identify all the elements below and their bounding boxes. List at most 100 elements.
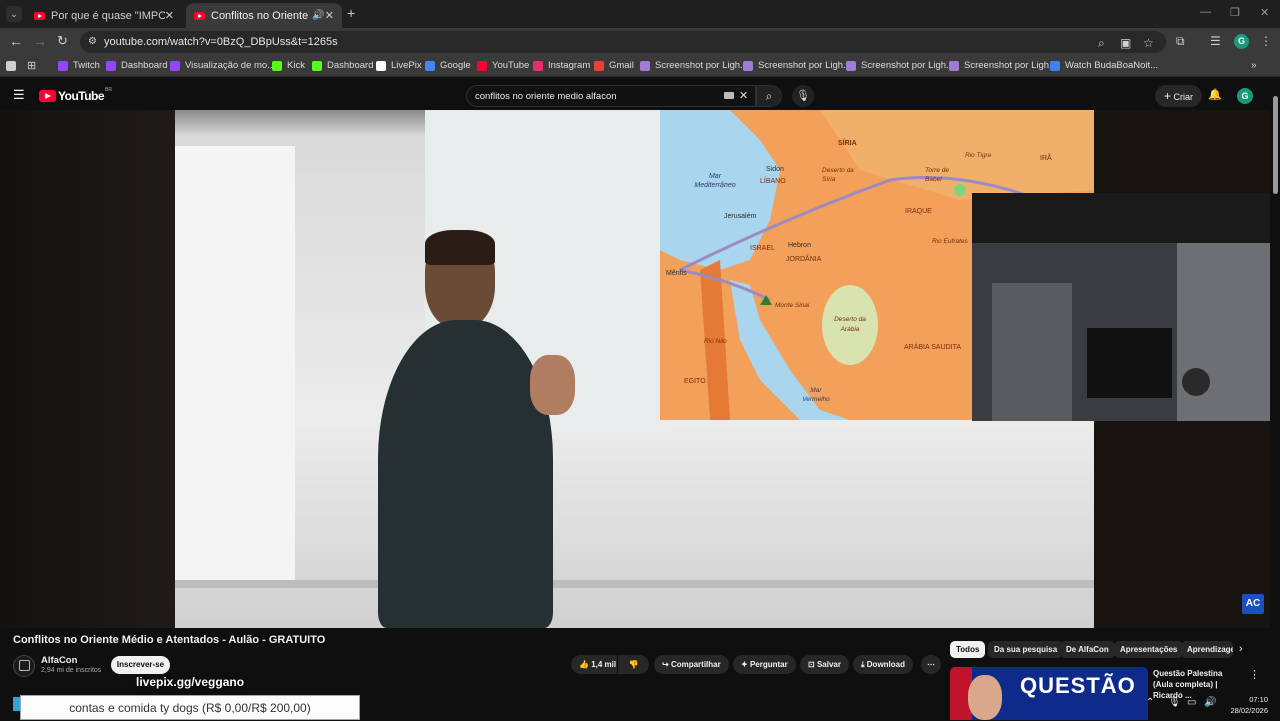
- clear-search-icon[interactable]: ✕: [739, 89, 748, 102]
- reload-icon[interactable]: ↻: [57, 34, 68, 48]
- bookmark-2[interactable]: Visualização de mo...: [170, 60, 275, 71]
- voice-search-button[interactable]: 🎙: [792, 85, 814, 107]
- speaker-icon[interactable]: 🔊: [312, 10, 324, 21]
- bookmark-14[interactable]: Watch BudaBoaNoit...: [1050, 60, 1158, 71]
- share-icon: ↪: [662, 660, 669, 669]
- livepix-icon: [376, 60, 386, 71]
- channel-name[interactable]: AlfaCon: [41, 655, 77, 666]
- tab-groups-icon[interactable]: [6, 61, 16, 71]
- webcam-fan: [1182, 368, 1210, 396]
- tray-display-icon[interactable]: ▭: [1187, 697, 1196, 708]
- recommendation-thumbnail[interactable]: QUESTÃO: [950, 667, 1148, 720]
- map-label-egito: EGITO: [684, 378, 706, 385]
- youtube-logo[interactable]: YouTube BR: [39, 87, 112, 103]
- scrollbar-thumb[interactable]: [1273, 96, 1278, 194]
- search-query[interactable]: conflitos no oriente medio alfacon: [475, 91, 617, 102]
- webcam-tv: [1087, 328, 1172, 398]
- tray-mic-icon[interactable]: 🎙: [1168, 697, 1181, 708]
- bookmark-6[interactable]: Google: [425, 60, 471, 71]
- donation-goal-accent: [13, 697, 20, 711]
- youtube-avatar[interactable]: G: [1237, 88, 1253, 104]
- thumbs-down-icon: 👎: [628, 660, 639, 669]
- clock-time[interactable]: 07:10: [1226, 695, 1268, 704]
- filter-chip[interactable]: Aprendizagem: [1181, 641, 1233, 658]
- forward-arrow-icon[interactable]: →: [33, 34, 47, 48]
- window-close-icon[interactable]: ✕: [1260, 6, 1269, 19]
- keyboard-icon[interactable]: [724, 92, 734, 99]
- chips-next-icon[interactable]: ›: [1239, 643, 1243, 655]
- bookmark-5[interactable]: LivePix: [376, 60, 422, 71]
- apps-grid-icon[interactable]: ⊞: [27, 59, 36, 72]
- bookmark-1[interactable]: Dashboard: [106, 60, 167, 71]
- map-label-jordania: JORDÂNIA: [786, 256, 822, 263]
- filter-chip[interactable]: Da sua pesquisa: [988, 641, 1064, 658]
- video-player[interactable]: SÍRIA Mar Mediterrâneo Sidon LÍBANO Dese…: [0, 110, 1270, 628]
- url-text[interactable]: youtube.com/watch?v=0BzQ_DBpUss&t=1265s: [104, 36, 338, 48]
- map-label-deserto-siria: Deserto da Síria: [822, 167, 854, 183]
- filter-chip[interactable]: De AlfaCon: [1060, 641, 1115, 658]
- minimize-icon[interactable]: —: [1200, 6, 1211, 18]
- channel-avatar[interactable]: [13, 655, 35, 677]
- ask-button[interactable]: ✦ Perguntar: [733, 655, 796, 674]
- bookmark-star-icon[interactable]: ☆: [1143, 36, 1154, 50]
- close-icon[interactable]: ✕: [165, 9, 174, 22]
- lightshot-icon: [743, 60, 753, 71]
- download-button[interactable]: ⤓ Download: [853, 655, 913, 674]
- dislike-button[interactable]: 👎: [618, 655, 649, 674]
- browser-menu-icon[interactable]: ⋮: [1260, 34, 1272, 48]
- close-icon[interactable]: ✕: [325, 9, 334, 22]
- reading-list-icon[interactable]: ☰: [1210, 34, 1221, 48]
- room-wall-left: [0, 110, 175, 628]
- google-icon: [425, 60, 435, 71]
- bookmark-10[interactable]: Screenshot por Ligh...: [640, 60, 748, 71]
- recommendation-menu-icon[interactable]: ⋮: [1249, 668, 1260, 681]
- twitch-icon: [170, 60, 180, 71]
- filter-chip[interactable]: Todos: [950, 641, 986, 658]
- alfacon-logo-icon: [19, 660, 30, 671]
- share-button[interactable]: ↪ Compartilhar: [654, 655, 729, 674]
- save-label: Salvar: [816, 660, 841, 669]
- save-button[interactable]: ⊡ Salvar: [800, 655, 849, 674]
- bookmark-3[interactable]: Kick: [272, 60, 305, 71]
- create-button[interactable]: + Criar: [1155, 85, 1203, 107]
- globe-icon: [1050, 60, 1060, 71]
- tab-1[interactable]: Por que é quase "IMPOSSÍVEL" ✕: [26, 3, 182, 28]
- subscribe-button[interactable]: Inscrever-se: [111, 656, 170, 674]
- bookmark-12[interactable]: Screenshot por Ligh...: [846, 60, 954, 71]
- tab-strip: ⌄ Por que é quase "IMPOSSÍVEL" ✕ Conflit…: [0, 0, 1280, 28]
- new-tab-button[interactable]: +: [347, 5, 355, 21]
- search-button[interactable]: ⌕: [756, 85, 782, 107]
- site-info-icon[interactable]: ⚙: [88, 36, 97, 47]
- tray-expand-icon[interactable]: ⌃: [1146, 697, 1154, 708]
- tray-volume-icon[interactable]: 🔊: [1204, 697, 1216, 708]
- back-arrow-icon[interactable]: ←: [9, 34, 23, 48]
- donation-goal-bar: contas e comida ty dogs (R$ 0,00/R$ 200,…: [20, 695, 360, 720]
- bookmark-0[interactable]: Twitch: [58, 60, 100, 71]
- more-actions-button[interactable]: ⋯: [921, 655, 941, 674]
- bookmark-11[interactable]: Screenshot por Ligh...: [743, 60, 851, 71]
- cast-icon[interactable]: ▣: [1120, 36, 1131, 50]
- like-button[interactable]: 👍 1,4 mil: [571, 655, 617, 674]
- profile-avatar[interactable]: G: [1234, 34, 1249, 49]
- restore-icon[interactable]: ❐: [1230, 6, 1240, 19]
- more-bookmarks-icon[interactable]: »: [1251, 60, 1257, 71]
- bookmark-7[interactable]: YouTube: [477, 60, 529, 71]
- bookmark-label: Screenshot por Ligh...: [655, 60, 748, 71]
- tab-search-button[interactable]: ⌄: [6, 6, 22, 22]
- bookmark-8[interactable]: Instagram: [533, 60, 590, 71]
- zoom-icon[interactable]: ⌕: [1098, 36, 1105, 51]
- tab-2[interactable]: Conflitos no Oriente Médio 🔊 ✕: [186, 3, 342, 28]
- extensions-icon[interactable]: ⧉: [1176, 34, 1185, 48]
- channel-watermark[interactable]: AC: [1242, 594, 1264, 614]
- bookmark-4[interactable]: Dashboard: [312, 60, 373, 71]
- search-input[interactable]: conflitos no oriente medio alfacon ✕: [466, 85, 756, 107]
- bookmark-label: Google: [440, 60, 471, 71]
- bookmark-9[interactable]: Gmail: [594, 60, 634, 71]
- bookmark-13[interactable]: Screenshot por Ligh...: [949, 60, 1057, 71]
- address-bar[interactable]: ⚙ youtube.com/watch?v=0BzQ_DBpUss&t=1265…: [80, 31, 1166, 53]
- clock-date[interactable]: 28/02/2026: [1226, 706, 1268, 715]
- notifications-bell-icon[interactable]: 🔔: [1208, 88, 1222, 101]
- filter-chip[interactable]: Apresentações: [1114, 641, 1184, 658]
- hamburger-menu-icon[interactable]: ☰: [13, 87, 25, 103]
- bookmark-label: LivePix: [391, 60, 422, 71]
